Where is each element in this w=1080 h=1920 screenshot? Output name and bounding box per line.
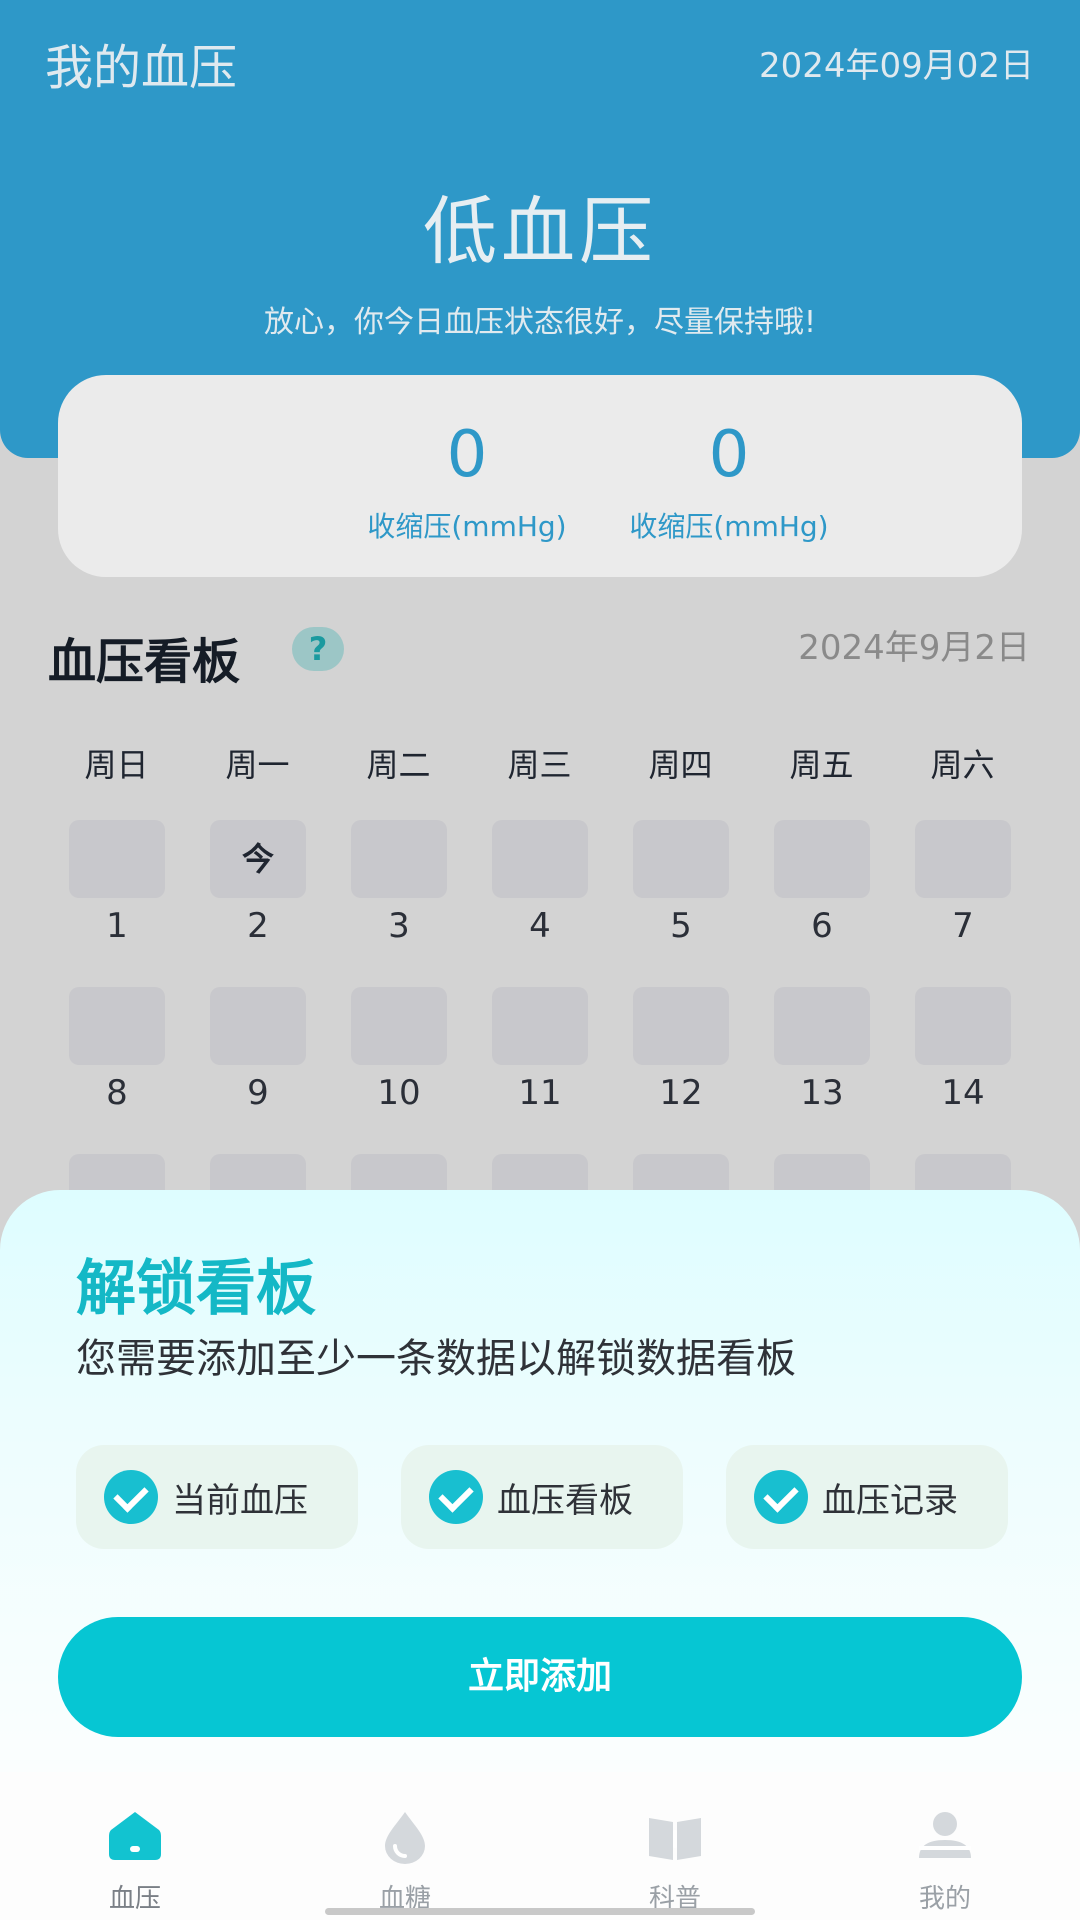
- unlock-sheet: 解锁看板 您需要添加至少一条数据以解锁数据看板 当前血压 血压看板 血压记录 立…: [0, 1190, 1080, 1772]
- book-icon: [649, 1818, 701, 1860]
- home-indicator: [325, 1908, 755, 1915]
- day-number: 1: [106, 906, 128, 946]
- calendar-day[interactable]: 12: [633, 987, 729, 1113]
- day-box: [774, 820, 870, 898]
- weekday-label: 周日: [84, 746, 149, 784]
- calendar-day[interactable]: 5: [633, 820, 729, 946]
- day-box: [351, 820, 447, 898]
- board-title: 血压看板: [48, 634, 241, 690]
- day-number: 8: [106, 1073, 128, 1113]
- calendar-day[interactable]: 11: [492, 987, 588, 1113]
- systolic-value: 0: [446, 418, 488, 492]
- feature-label: 血压看板: [497, 1480, 633, 1521]
- day-number: 14: [941, 1073, 985, 1113]
- day-box: [633, 820, 729, 898]
- calendar-day[interactable]: 4: [492, 820, 588, 946]
- status-title: 低血压: [423, 189, 657, 275]
- weekday-label: 周一: [225, 746, 290, 784]
- weekday-label: 周五: [789, 746, 854, 784]
- calendar-day-today[interactable]: 今2: [210, 820, 306, 946]
- check-icon: [104, 1470, 158, 1524]
- calendar-day[interactable]: 1: [69, 820, 165, 946]
- day-number: 2: [247, 906, 269, 946]
- check-icon: [429, 1470, 483, 1524]
- status-message: 放心，你今日血压状态很好，尽量保持哦!: [263, 305, 817, 340]
- calendar-day[interactable]: 13: [774, 987, 870, 1113]
- unlock-description: 您需要添加至少一条数据以解锁数据看板: [76, 1336, 796, 1382]
- nav-item-blood-sugar[interactable]: 血糖: [325, 1806, 485, 1915]
- day-box: [210, 987, 306, 1065]
- day-box: [69, 820, 165, 898]
- feature-current-bp: 当前血压: [76, 1445, 358, 1549]
- day-box: [351, 987, 447, 1065]
- home-icon: [109, 1812, 161, 1860]
- day-box: [69, 987, 165, 1065]
- feature-label: 血压记录: [822, 1480, 958, 1521]
- drop-icon: [385, 1812, 425, 1864]
- day-box: [492, 820, 588, 898]
- weekday-header: 周日 周一 周二 周三 周四 周五 周六: [46, 740, 1034, 786]
- reading-card: 0 收缩压(mmHg) 0 收缩压(mmHg): [58, 375, 1022, 577]
- day-number: 9: [247, 1073, 269, 1113]
- feature-label: 当前血压: [172, 1480, 308, 1521]
- calendar-day[interactable]: 10: [351, 987, 447, 1113]
- today-marker: 今: [210, 820, 306, 898]
- calendar-day[interactable]: 14: [915, 987, 1011, 1113]
- bottom-nav: 血压 血糖 科普 我的: [0, 1772, 1080, 1920]
- help-icon[interactable]: ?: [292, 627, 344, 671]
- day-box: [915, 987, 1011, 1065]
- systolic-label: 收缩压(mmHg): [367, 510, 567, 543]
- diastolic-reading: 0 收缩压(mmHg): [604, 423, 854, 545]
- app-title: 我的血压: [45, 40, 238, 96]
- nav-item-mine[interactable]: 我的: [865, 1806, 1025, 1915]
- systolic-reading: 0 收缩压(mmHg): [342, 423, 592, 545]
- nav-label: 我的: [918, 1884, 971, 1914]
- day-box: [492, 987, 588, 1065]
- day-box: [633, 987, 729, 1065]
- diastolic-label: 收缩压(mmHg): [629, 510, 829, 543]
- day-number: 5: [670, 906, 692, 946]
- day-box: [774, 987, 870, 1065]
- calendar-day[interactable]: 8: [69, 987, 165, 1113]
- calendar-day[interactable]: 3: [351, 820, 447, 946]
- feature-bp-board: 血压看板: [401, 1445, 683, 1549]
- nav-item-science[interactable]: 科普: [595, 1806, 755, 1915]
- calendar-day[interactable]: 9: [210, 987, 306, 1113]
- weekday-label: 周四: [648, 746, 713, 784]
- check-icon: [754, 1470, 808, 1524]
- diastolic-value: 0: [708, 418, 750, 492]
- weekday-label: 周二: [366, 746, 431, 784]
- person-icon: [919, 1812, 971, 1858]
- feature-bp-records: 血压记录: [726, 1445, 1008, 1549]
- unlock-title: 解锁看板: [76, 1254, 316, 1324]
- board-date: 2024年9月2日: [798, 628, 1030, 668]
- add-now-button[interactable]: 立即添加: [58, 1617, 1022, 1737]
- nav-label: 血压: [108, 1884, 161, 1914]
- day-number: 11: [518, 1073, 562, 1113]
- weekday-label: 周三: [507, 746, 572, 784]
- day-number: 4: [529, 906, 551, 946]
- day-number: 13: [800, 1073, 844, 1113]
- nav-item-blood-pressure[interactable]: 血压: [55, 1806, 215, 1915]
- calendar-day[interactable]: 7: [915, 820, 1011, 946]
- weekday-label: 周六: [930, 746, 995, 784]
- day-number: 7: [952, 906, 974, 946]
- day-number: 12: [659, 1073, 703, 1113]
- day-number: 3: [388, 906, 410, 946]
- day-number: 6: [811, 906, 833, 946]
- calendar-day[interactable]: 6: [774, 820, 870, 946]
- day-number: 10: [377, 1073, 421, 1113]
- day-box: [915, 820, 1011, 898]
- header-date: 2024年09月02日: [758, 46, 1034, 86]
